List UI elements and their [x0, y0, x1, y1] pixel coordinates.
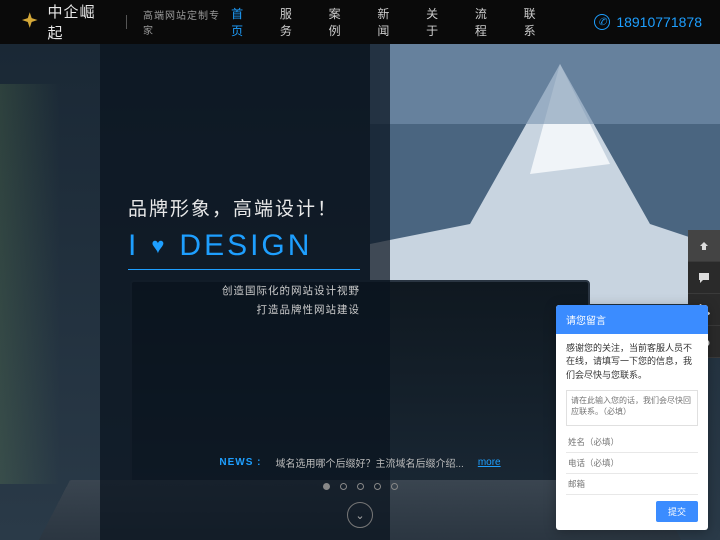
hero-sub-1: 创造国际化的网站设计视野	[128, 282, 360, 301]
logo[interactable]: 中企崛起 高端网站定制专家	[18, 1, 229, 43]
design-prefix: I	[128, 229, 139, 263]
hero-underline	[128, 269, 360, 270]
logo-icon	[18, 10, 41, 34]
chat-email-input[interactable]	[566, 474, 698, 495]
chat-widget: 请您留言 感谢您的关注，当前客服人员不在线，请填写一下您的信息，我们会尽快与您联…	[556, 305, 708, 531]
hero-subtitle: 创造国际化的网站设计视野 打造品牌性网站建设	[128, 282, 360, 320]
hero-design-text: I ♥ DESIGN	[128, 229, 360, 263]
scroll-down-button[interactable]: ⌄	[347, 502, 373, 528]
dot-2[interactable]	[340, 483, 347, 490]
back-to-top-button[interactable]	[688, 230, 720, 262]
phone-number: 18910771878	[616, 14, 702, 30]
side-chat-button[interactable]	[688, 262, 720, 294]
nav-news[interactable]: 新闻	[375, 0, 402, 53]
logo-text: 中企崛起	[47, 1, 110, 43]
header: 中企崛起 高端网站定制专家 首页 服务 案例 新闻 关于 流程 联系 ✆ 189…	[0, 0, 720, 44]
hero-title: 品牌形象，高端设计！	[128, 194, 360, 221]
main-nav: 首页 服务 案例 新闻 关于 流程 联系 ✆ 18910771878	[229, 0, 702, 53]
phone-circle-icon: ✆	[594, 14, 610, 30]
header-phone[interactable]: ✆ 18910771878	[594, 14, 702, 30]
dot-4[interactable]	[374, 483, 381, 490]
arrow-up-icon	[698, 240, 710, 252]
chat-body: 感谢您的关注，当前客服人员不在线，请填写一下您的信息，我们会尽快与您联系。 提交	[556, 334, 708, 531]
nav-process[interactable]: 流程	[473, 0, 500, 53]
design-word: DESIGN	[179, 229, 312, 263]
chat-header[interactable]: 请您留言	[556, 305, 708, 334]
nav-about[interactable]: 关于	[424, 0, 451, 53]
news-more-link[interactable]: more	[478, 457, 501, 468]
nav-contact[interactable]: 联系	[522, 0, 549, 53]
news-label: NEWS :	[219, 457, 261, 468]
speech-icon	[697, 271, 711, 285]
logo-subtitle: 高端网站定制专家	[143, 7, 229, 37]
chat-name-input[interactable]	[566, 432, 698, 453]
heart-icon: ♥	[151, 233, 167, 259]
nav-home[interactable]: 首页	[229, 0, 256, 53]
nav-cases[interactable]: 案例	[327, 0, 354, 53]
dot-5[interactable]	[391, 483, 398, 490]
logo-divider	[126, 15, 127, 29]
bg-plant-left	[0, 84, 60, 484]
chat-greeting: 感谢您的关注，当前客服人员不在线，请填写一下您的信息，我们会尽快与您联系。	[566, 342, 698, 383]
chat-phone-input[interactable]	[566, 453, 698, 474]
nav-services[interactable]: 服务	[278, 0, 305, 53]
dot-1[interactable]	[323, 483, 330, 490]
chevron-down-icon: ⌄	[355, 509, 364, 522]
chat-submit-button[interactable]: 提交	[656, 501, 698, 522]
news-text[interactable]: 域名选用哪个后缀好？主流域名后缀介绍...	[275, 455, 463, 470]
chat-message-input[interactable]	[566, 390, 698, 426]
mountain-image	[370, 44, 720, 304]
hero-sub-2: 打造品牌性网站建设	[128, 301, 360, 320]
dot-3[interactable]	[357, 483, 364, 490]
